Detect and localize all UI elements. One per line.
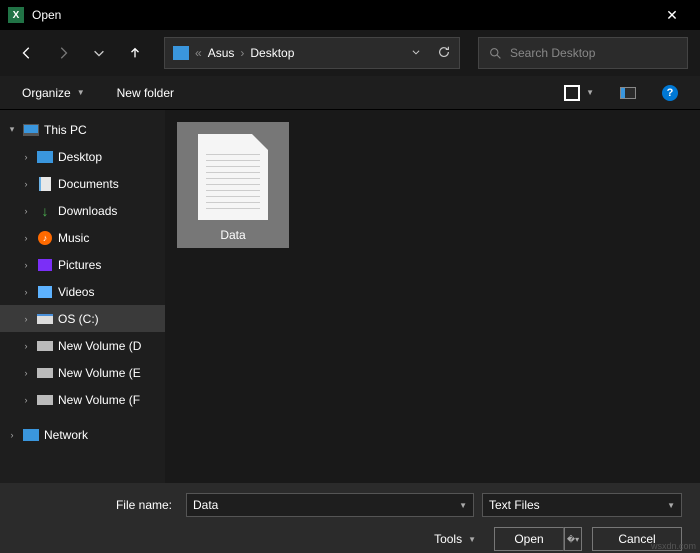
tree-network[interactable]: › Network: [0, 421, 165, 448]
network-icon: [23, 429, 39, 441]
breadcrumb-prefix: «: [195, 46, 202, 60]
tree-vol-e[interactable]: › New Volume (E: [0, 359, 165, 386]
refresh-button[interactable]: [437, 45, 451, 62]
disk-icon: [37, 341, 53, 351]
tree-label: This PC: [44, 123, 87, 137]
nav-toolbar: « Asus › Desktop: [0, 30, 700, 76]
tree-label: Network: [44, 428, 88, 442]
filetype-combobox[interactable]: Text Files ▼: [482, 493, 682, 517]
help-icon: ?: [662, 85, 678, 101]
recent-dropdown-button[interactable]: [84, 38, 114, 68]
tree-label: Desktop: [58, 150, 102, 164]
tree-label: Documents: [58, 177, 119, 191]
address-dropdown-icon[interactable]: [411, 46, 421, 60]
up-button[interactable]: [120, 38, 150, 68]
disk-icon: [37, 395, 53, 405]
forward-button[interactable]: [48, 38, 78, 68]
breadcrumb-asus[interactable]: Asus: [208, 46, 235, 60]
tree-os-c[interactable]: › OS (C:): [0, 305, 165, 332]
tree-documents[interactable]: › Documents: [0, 170, 165, 197]
tree-vol-d[interactable]: › New Volume (D: [0, 332, 165, 359]
tree-label: New Volume (D: [58, 339, 141, 353]
open-button[interactable]: Open: [494, 527, 564, 551]
command-toolbar: Organize▼ New folder ▼ ?: [0, 76, 700, 110]
tree-pictures[interactable]: › Pictures: [0, 251, 165, 278]
file-label: Data: [220, 228, 245, 242]
tree-label: OS (C:): [58, 312, 99, 326]
tools-menu[interactable]: Tools▼: [434, 532, 476, 546]
navigation-tree[interactable]: ▾ This PC › Desktop › Documents › ↓ Down…: [0, 110, 165, 483]
dialog-title: Open: [32, 8, 652, 22]
text-file-icon: [198, 134, 268, 220]
chevron-down-icon[interactable]: ▼: [667, 501, 675, 510]
tree-label: Downloads: [58, 204, 117, 218]
folder-icon: [173, 46, 189, 60]
download-icon: ↓: [42, 203, 49, 219]
main-area: ▾ This PC › Desktop › Documents › ↓ Down…: [0, 110, 700, 483]
chevron-right-icon: ›: [240, 46, 244, 60]
tree-vol-f[interactable]: › New Volume (F: [0, 386, 165, 413]
file-item-data[interactable]: Data: [177, 122, 289, 248]
tree-label: Videos: [58, 285, 94, 299]
search-box[interactable]: [478, 37, 688, 69]
preview-pane-button[interactable]: [614, 83, 642, 103]
address-bar[interactable]: « Asus › Desktop: [164, 37, 460, 69]
titlebar: X Open ✕: [0, 0, 700, 30]
chevron-down-icon[interactable]: ▾: [6, 124, 18, 135]
tree-videos[interactable]: › Videos: [0, 278, 165, 305]
watermark: wsxdn.com: [651, 541, 696, 551]
chevron-down-icon[interactable]: ▼: [459, 501, 467, 510]
pictures-icon: [38, 259, 52, 271]
music-icon: ♪: [38, 231, 52, 245]
filename-label: File name:: [18, 498, 178, 512]
organize-menu[interactable]: Organize▼: [16, 82, 91, 104]
chevron-right-icon[interactable]: ›: [20, 152, 32, 162]
tree-label: Music: [58, 231, 89, 245]
breadcrumb-desktop[interactable]: Desktop: [250, 46, 294, 60]
preview-pane-icon: [620, 87, 636, 99]
disk-icon: [37, 314, 53, 324]
close-button[interactable]: ✕: [652, 0, 692, 30]
tree-desktop[interactable]: › Desktop: [0, 143, 165, 170]
disk-icon: [37, 368, 53, 378]
excel-app-icon: X: [8, 7, 24, 23]
tree-label: Pictures: [58, 258, 101, 272]
back-button[interactable]: [12, 38, 42, 68]
tree-label: New Volume (E: [58, 366, 141, 380]
new-folder-button[interactable]: New folder: [111, 82, 180, 104]
view-menu[interactable]: ▼: [558, 81, 600, 105]
videos-icon: [38, 286, 52, 298]
filetype-value: Text Files: [489, 498, 540, 512]
monitor-icon: [23, 124, 39, 136]
search-input[interactable]: [510, 46, 677, 60]
desktop-icon: [37, 151, 53, 163]
help-button[interactable]: ?: [656, 81, 684, 105]
bottom-bar: File name: Data ▼ Text Files ▼ Tools▼ Op…: [0, 483, 700, 553]
tree-this-pc[interactable]: ▾ This PC: [0, 116, 165, 143]
tree-label: New Volume (F: [58, 393, 140, 407]
file-list-pane[interactable]: Data: [165, 110, 700, 483]
filename-value: Data: [193, 498, 218, 512]
view-icon: [564, 85, 580, 101]
open-dropdown-button[interactable]: �▾: [564, 527, 582, 551]
document-icon: [39, 177, 51, 191]
filename-combobox[interactable]: Data ▼: [186, 493, 474, 517]
search-icon: [489, 47, 502, 60]
open-button-split: Open �▾: [494, 527, 582, 551]
tree-music[interactable]: › ♪ Music: [0, 224, 165, 251]
tree-downloads[interactable]: › ↓ Downloads: [0, 197, 165, 224]
